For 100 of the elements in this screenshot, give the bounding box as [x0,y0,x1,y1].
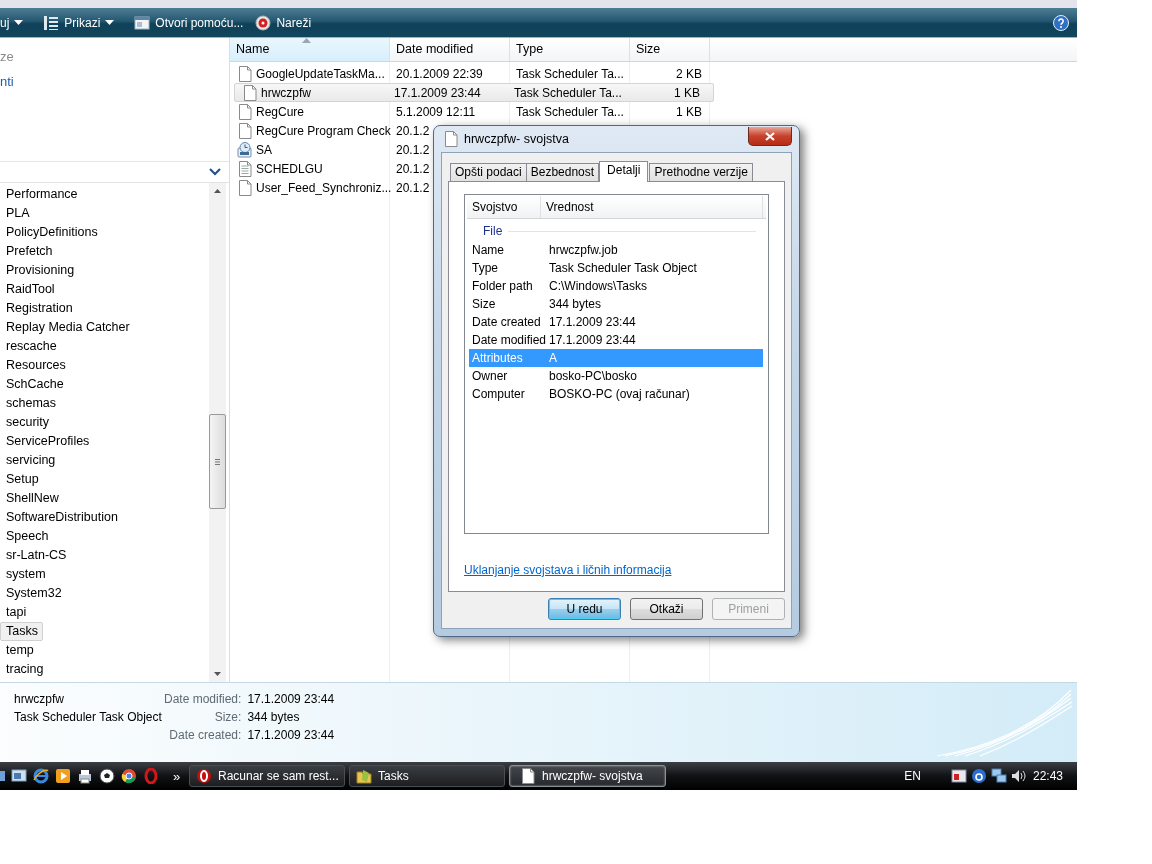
column-header[interactable]: Svojstvo [467,196,541,218]
column-header[interactable]: Date modified [390,38,510,61]
folder-item[interactable]: Prefetch [0,242,57,261]
property-row[interactable]: Owner bosko-PC\bosko [469,367,763,385]
dialog-button[interactable]: Otkaži [630,598,703,620]
property-row[interactable]: Date created 17.1.2009 23:44 [469,313,763,331]
folder-item[interactable]: tapi [0,603,31,622]
taskbar-button[interactable]: hrwczpfw- svojstva [509,765,666,787]
property-row[interactable]: Date modified 17.1.2009 23:44 [469,331,763,349]
folder-item[interactable]: System32 [0,584,66,603]
close-button[interactable] [748,127,792,146]
browser-icon[interactable] [33,768,49,784]
scrollbar[interactable] [209,183,226,683]
tab[interactable]: Prethodne verzije [649,163,753,181]
folder-item[interactable]: servicing [0,451,60,470]
folder-item[interactable]: schemas [0,394,61,413]
property-row[interactable]: Type Task Scheduler Task Object [469,259,763,277]
file-name: User_Feed_Synchroniz... [256,180,392,195]
folder-item[interactable]: Tasks [0,622,43,641]
file-row[interactable]: SA 20.1.2 [230,140,430,159]
folder-item[interactable]: temp [0,641,38,660]
scroll-up-icon[interactable] [214,189,221,193]
tab[interactable]: Opšti podaci [450,163,527,181]
property-value: 17.1.2009 23:44 [549,314,636,331]
app-icon [196,768,212,784]
language-indicator[interactable]: EN [904,769,921,783]
tab[interactable]: Bezbednost [525,163,600,181]
property-value: bosko-PC\bosko [549,368,638,385]
printer-icon[interactable] [77,768,93,784]
taskbar-button[interactable]: Tasks [349,765,505,787]
folder-item[interactable]: PLA [0,204,34,223]
folder-item[interactable]: RaidTool [0,280,59,299]
windows-icon[interactable] [11,768,27,784]
toolbar-button[interactable]: Otvori pomoću... [128,10,250,35]
file-row[interactable]: hrwczpfw 17.1.2009 23:44 Task Scheduler Ta... 1 KB [234,83,714,102]
folder-item[interactable]: Speech [0,527,53,546]
file-name: SA [256,142,272,157]
document-icon [237,179,253,196]
toolbar-button[interactable]: Nareži [249,10,318,35]
toolbar-button[interactable]: uj [0,10,30,35]
speaker-icon[interactable] [1010,768,1027,784]
property-row[interactable]: Size 344 bytes [469,295,763,313]
folder-item[interactable]: Setup [0,470,43,489]
chevron-down-icon[interactable] [209,168,221,176]
folder-item[interactable]: ShellNew [0,489,63,508]
property-list[interactable] [464,194,769,534]
toolbar-button[interactable]: Prikazi [37,10,121,35]
window-icon [134,14,151,31]
property-value: 17.1.2009 23:44 [549,332,636,349]
property-name: Owner [471,368,509,385]
folder-item[interactable]: PolicyDefinitions [0,223,102,242]
property-row[interactable]: Computer BOSKO-PC (ovaj računar) [469,385,763,403]
file-row[interactable]: SCHEDLGU 20.1.2 [230,159,430,178]
play-icon[interactable] [55,768,71,784]
document-icon [237,103,253,120]
folder-item[interactable]: system [0,565,50,584]
dialog-button[interactable]: U redu [548,598,621,620]
scroll-thumb[interactable] [209,414,226,509]
column-header[interactable]: Name [230,38,390,61]
folder-item[interactable]: Provisioning [0,261,79,280]
remove-properties-link[interactable]: Uklanjanje svojstava i ličnih informacija [464,563,672,577]
folder-item[interactable]: security [0,413,54,432]
folder-item[interactable]: Performance [0,185,82,204]
folder-item[interactable]: ServiceProfiles [0,432,94,451]
field-value: 344 bytes [247,709,301,727]
shield-icon[interactable] [950,768,967,784]
tab[interactable]: Detalji [599,161,649,182]
property-name: Computer [471,386,526,403]
folder-item[interactable]: SoftwareDistribution [0,508,122,527]
scroll-down-icon[interactable] [214,672,221,677]
folder-item[interactable]: Replay Media Catcher [0,318,134,337]
folder-item[interactable]: Registration [0,299,77,318]
ring-icon[interactable] [143,768,159,784]
taskbar-button[interactable]: Racunar se sam rest... [189,765,345,787]
column-header[interactable]: Size [630,38,710,61]
folder-item[interactable]: SchCache [0,375,68,394]
ball-icon[interactable] [99,768,115,784]
file-row[interactable]: RegCure 5.1.2009 12:11 Task Scheduler Ta... 1 KB [230,102,710,121]
folder-item[interactable]: Resources [0,356,70,375]
property-row[interactable]: Folder path C:\Windows\Tasks [469,277,763,295]
column-header[interactable]: Type [510,38,630,61]
file-row[interactable]: GoogleUpdateTaskMa... 20.1.2009 22:39 Task Scheduler Ta... 2 KB [230,64,710,83]
nav-link[interactable]: nti [0,74,14,89]
chrome-icon[interactable] [121,768,137,784]
help-icon[interactable] [1053,14,1069,31]
document-icon [520,768,536,784]
folder-item[interactable]: sr-Latn-CS [0,546,71,565]
column-header[interactable]: Vrednost [541,196,763,218]
file-date: 20.1.2 [396,142,430,157]
overflow-button[interactable]: » [173,768,189,784]
file-row[interactable]: User_Feed_Synchroniz... 20.1.2 [230,178,430,197]
property-row[interactable]: Name hrwczpfw.job [469,241,763,259]
close-icon [765,131,775,141]
folder-item[interactable]: rescache [0,337,61,356]
folder-item[interactable]: tracing [0,660,48,679]
network-icon[interactable] [990,768,1007,784]
file-type: Task Scheduler Ta... [516,104,624,119]
file-name: hrwczpfw [261,85,311,100]
desktop-icon[interactable] [0,768,5,784]
file-row[interactable]: RegCure Program Check 20.1.2 [230,121,430,140]
